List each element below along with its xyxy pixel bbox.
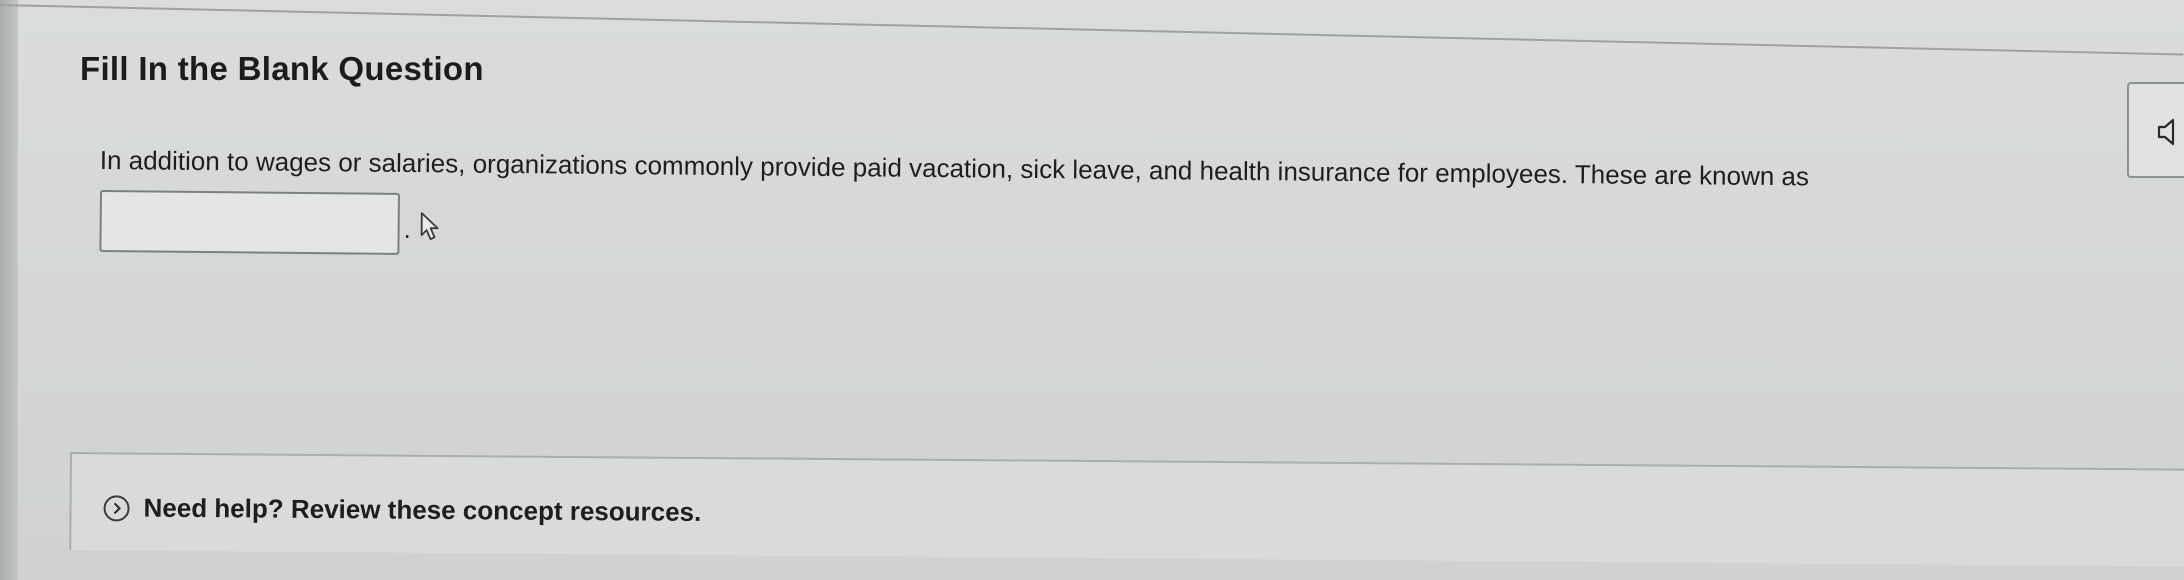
screen-bezel xyxy=(0,0,18,580)
blank-row: . xyxy=(99,190,445,255)
help-label: Need help? Review these concept resource… xyxy=(143,492,702,527)
chevron-right-icon xyxy=(103,494,130,521)
top-divider xyxy=(0,4,2184,56)
help-panel: Need help? Review these concept resource… xyxy=(69,452,2184,567)
concept-resources-toggle[interactable]: Need help? Review these concept resource… xyxy=(103,492,701,528)
speaker-icon xyxy=(2157,118,2175,146)
answer-blank-input[interactable] xyxy=(99,190,400,255)
blank-suffix: . xyxy=(403,213,412,244)
question-title: Fill In the Blank Question xyxy=(80,50,484,87)
read-aloud-button[interactable] xyxy=(2127,82,2184,178)
question-text: In addition to wages or salaries, organi… xyxy=(99,144,1810,192)
mouse-pointer-icon xyxy=(419,211,445,248)
page: Fill In the Blank Question In addition t… xyxy=(0,0,2184,580)
